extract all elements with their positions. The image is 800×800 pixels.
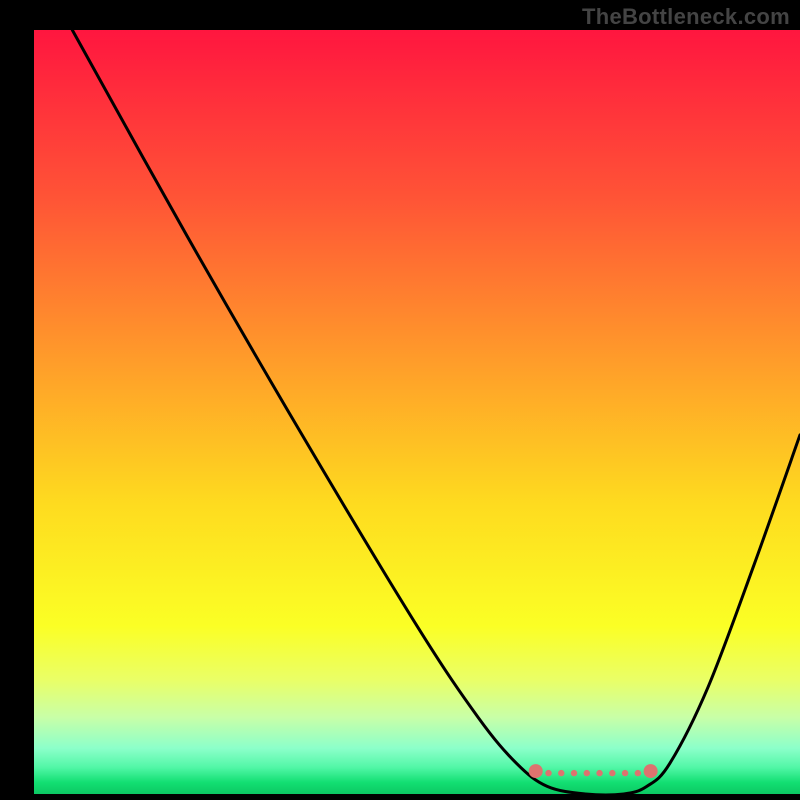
attribution-text: TheBottleneck.com <box>582 4 790 30</box>
bottleneck-chart <box>0 0 800 800</box>
gradient-background <box>34 30 800 794</box>
chart-container: { "attribution": "TheBottleneck.com", "c… <box>0 0 800 800</box>
